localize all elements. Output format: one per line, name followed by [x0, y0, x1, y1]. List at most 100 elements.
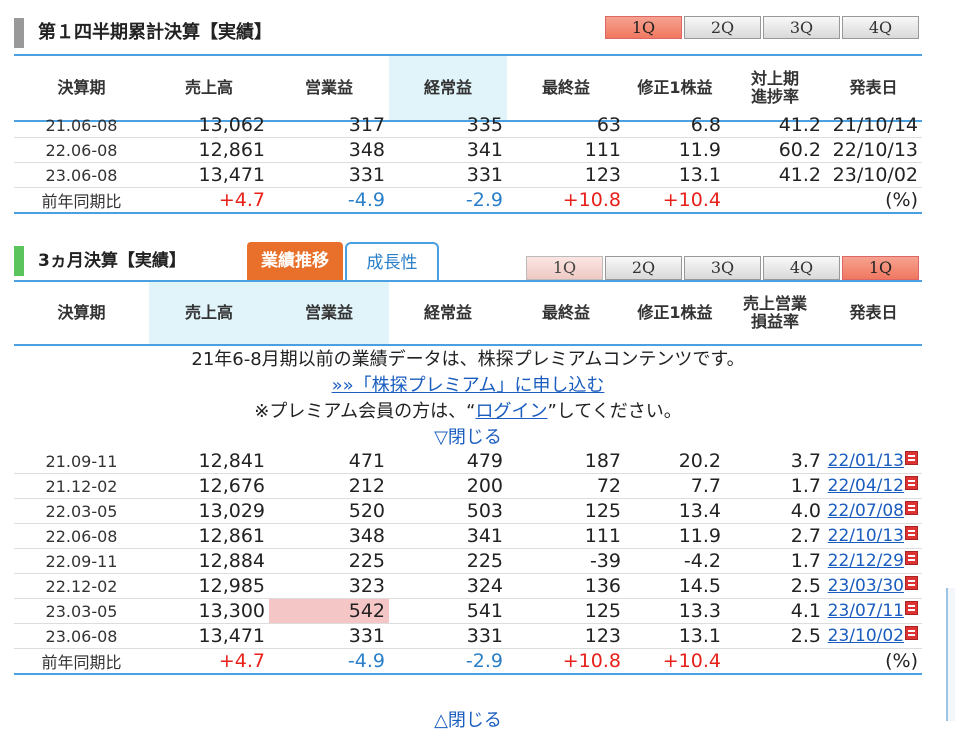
yoy-eps: +10.4	[662, 189, 721, 211]
announcement-date-link[interactable]: 23/07/11	[828, 601, 904, 621]
cell-net-profit: 125	[584, 600, 621, 622]
yoy-eps: +10.4	[662, 650, 721, 672]
cell-operating-profit: 323	[348, 575, 385, 597]
yoy-unit: (%)	[885, 650, 918, 672]
yoy-sales: +4.7	[218, 189, 265, 211]
cell-period: 22.09-11	[45, 551, 118, 571]
pdf-icon[interactable]	[905, 476, 918, 490]
yoy-empty	[725, 188, 825, 212]
close-toggle[interactable]: ▽閉じる	[14, 423, 922, 449]
cell-ordinary-profit: 479	[466, 450, 503, 472]
cell-ratio: 2.5	[790, 575, 821, 597]
cell-date[interactable]: 23/10/02	[825, 624, 922, 648]
header-ratio: 売上営業 損益率	[742, 294, 807, 331]
cell-operating-profit: 212	[348, 475, 385, 497]
yoy-row: 前年同期比 +4.7 -4.9 -2.9 +10.8 +10.4 (%)	[14, 188, 922, 214]
announcement-date-link[interactable]: 22/04/12	[828, 476, 904, 496]
login-notice-after: ”してください。	[547, 401, 682, 422]
section1-title: 第１四半期累計決算【実績】	[14, 18, 272, 48]
cell-eps: 7.7	[690, 475, 721, 497]
yoy-operating-profit: -4.9	[347, 189, 385, 211]
tab-1q[interactable]: 1Q	[605, 16, 682, 39]
announcement-date-link[interactable]: 22/01/13	[828, 451, 904, 471]
cell-eps: 6.8	[690, 114, 721, 136]
cell-date[interactable]: 22/04/12	[825, 474, 922, 498]
pdf-icon[interactable]	[905, 626, 918, 640]
tab-growth[interactable]: 成長性	[345, 242, 439, 280]
cell-ratio: 41.2	[778, 164, 821, 186]
tab-3q[interactable]: 3Q	[763, 16, 840, 39]
cell-period: 23.06-08	[45, 626, 118, 646]
cell-operating-profit: 331	[348, 625, 385, 647]
cell-date[interactable]: 22/01/13	[825, 449, 922, 473]
cell-net-profit: 63	[596, 114, 621, 136]
cell-eps: -4.2	[683, 550, 721, 572]
announcement-date-link[interactable]: 22/12/29	[828, 551, 904, 571]
cell-operating-profit: 520	[348, 500, 385, 522]
cell-ordinary-profit: 331	[466, 164, 503, 186]
table-row: 21.12-02 12,676 212 200 72 7.7 1.7 22/04/12	[14, 474, 922, 499]
cell-net-profit: 123	[584, 164, 621, 186]
yoy-net-profit: +10.8	[562, 189, 621, 211]
yoy-sales: +4.7	[218, 650, 265, 672]
cell-net-profit: 111	[584, 525, 621, 547]
cell-period: 22.03-05	[45, 501, 118, 521]
tab-performance-trend[interactable]: 業績推移	[247, 242, 343, 280]
pdf-icon[interactable]	[905, 551, 918, 565]
login-link[interactable]: ログイン	[475, 401, 547, 422]
table-row: 22.03-05 13,029 520 503 125 13.4 4.0 22/07/08	[14, 499, 922, 524]
cell-date[interactable]: 22/12/29	[825, 549, 922, 573]
cell-period: 23.03-05	[45, 601, 118, 621]
tab-next-1q[interactable]: 1Q	[842, 256, 919, 280]
cell-net-profit: -39	[589, 550, 621, 572]
cell-eps: 14.5	[678, 575, 721, 597]
tab-4q[interactable]: 4Q	[763, 256, 840, 280]
section1-quarter-tabs: 1Q 2Q 3Q 4Q	[603, 16, 919, 39]
yoy-net-profit: +10.8	[562, 650, 621, 672]
header-net-profit: 最終益	[541, 303, 590, 322]
tab-1q[interactable]: 1Q	[526, 256, 603, 280]
pdf-icon[interactable]	[905, 451, 918, 465]
cell-ratio: 60.2	[778, 139, 821, 161]
table-row: 23.06-08 13,471 331 331 123 13.1 2.5 23/10/02	[14, 624, 922, 649]
cell-net-profit: 72	[596, 475, 621, 497]
tab-2q[interactable]: 2Q	[684, 16, 761, 39]
cell-period: 22.06-08	[45, 140, 118, 160]
cell-date: 23/10/02	[832, 164, 918, 186]
header-net-profit: 最終益	[541, 78, 590, 97]
cell-sales: 12,861	[198, 525, 265, 547]
section2-quarter-tabs: 1Q 2Q 3Q 4Q 1Q	[524, 256, 919, 280]
pdf-icon[interactable]	[905, 601, 918, 615]
cell-date[interactable]: 22/10/13	[825, 524, 922, 548]
announcement-date-link[interactable]: 22/10/13	[828, 526, 904, 546]
cell-period: 21.12-02	[45, 476, 118, 496]
header-operating-profit: 営業益	[304, 78, 353, 97]
yoy-ordinary-profit: -2.9	[465, 189, 503, 211]
cell-ratio: 1.7	[790, 475, 821, 497]
tab-2q[interactable]: 2Q	[605, 256, 682, 280]
pdf-icon[interactable]	[905, 576, 918, 590]
cell-date[interactable]: 22/07/08	[825, 499, 922, 523]
cell-date[interactable]: 23/07/11	[825, 599, 922, 623]
pdf-icon[interactable]	[905, 526, 918, 540]
cell-period: 22.12-02	[45, 576, 118, 596]
login-notice-before: ※プレミアム会員の方は、“	[254, 401, 476, 422]
cell-sales: 13,300	[198, 600, 265, 622]
close-toggle-bottom[interactable]: △閉じる	[14, 706, 922, 732]
announcement-date-link[interactable]: 23/10/02	[828, 626, 904, 646]
premium-signup-link[interactable]: »»「株探プレミアム」に申し込む	[332, 375, 605, 396]
pdf-icon[interactable]	[905, 501, 918, 515]
cell-date[interactable]: 23/03/30	[825, 574, 922, 598]
cell-ratio: 3.7	[790, 450, 821, 472]
cell-sales: 13,029	[198, 500, 265, 522]
tab-4q[interactable]: 4Q	[842, 16, 919, 39]
announcement-date-link[interactable]: 23/03/30	[828, 576, 904, 596]
yoy-label: 前年同期比	[41, 653, 122, 672]
section1-table-header: 決算期 売上高 営業益 経常益 最終益 修正1株益 対上期 進捗率 発表日	[14, 54, 922, 122]
section2-title: 3ヵ月決算【実績】	[14, 246, 186, 276]
cell-operating-profit: 331	[348, 164, 385, 186]
announcement-date-link[interactable]: 22/07/08	[828, 501, 904, 521]
tab-3q[interactable]: 3Q	[684, 256, 761, 280]
cell-operating-profit: 317	[348, 114, 385, 136]
yoy-row: 前年同期比 +4.7 -4.9 -2.9 +10.8 +10.4 (%)	[14, 649, 922, 675]
